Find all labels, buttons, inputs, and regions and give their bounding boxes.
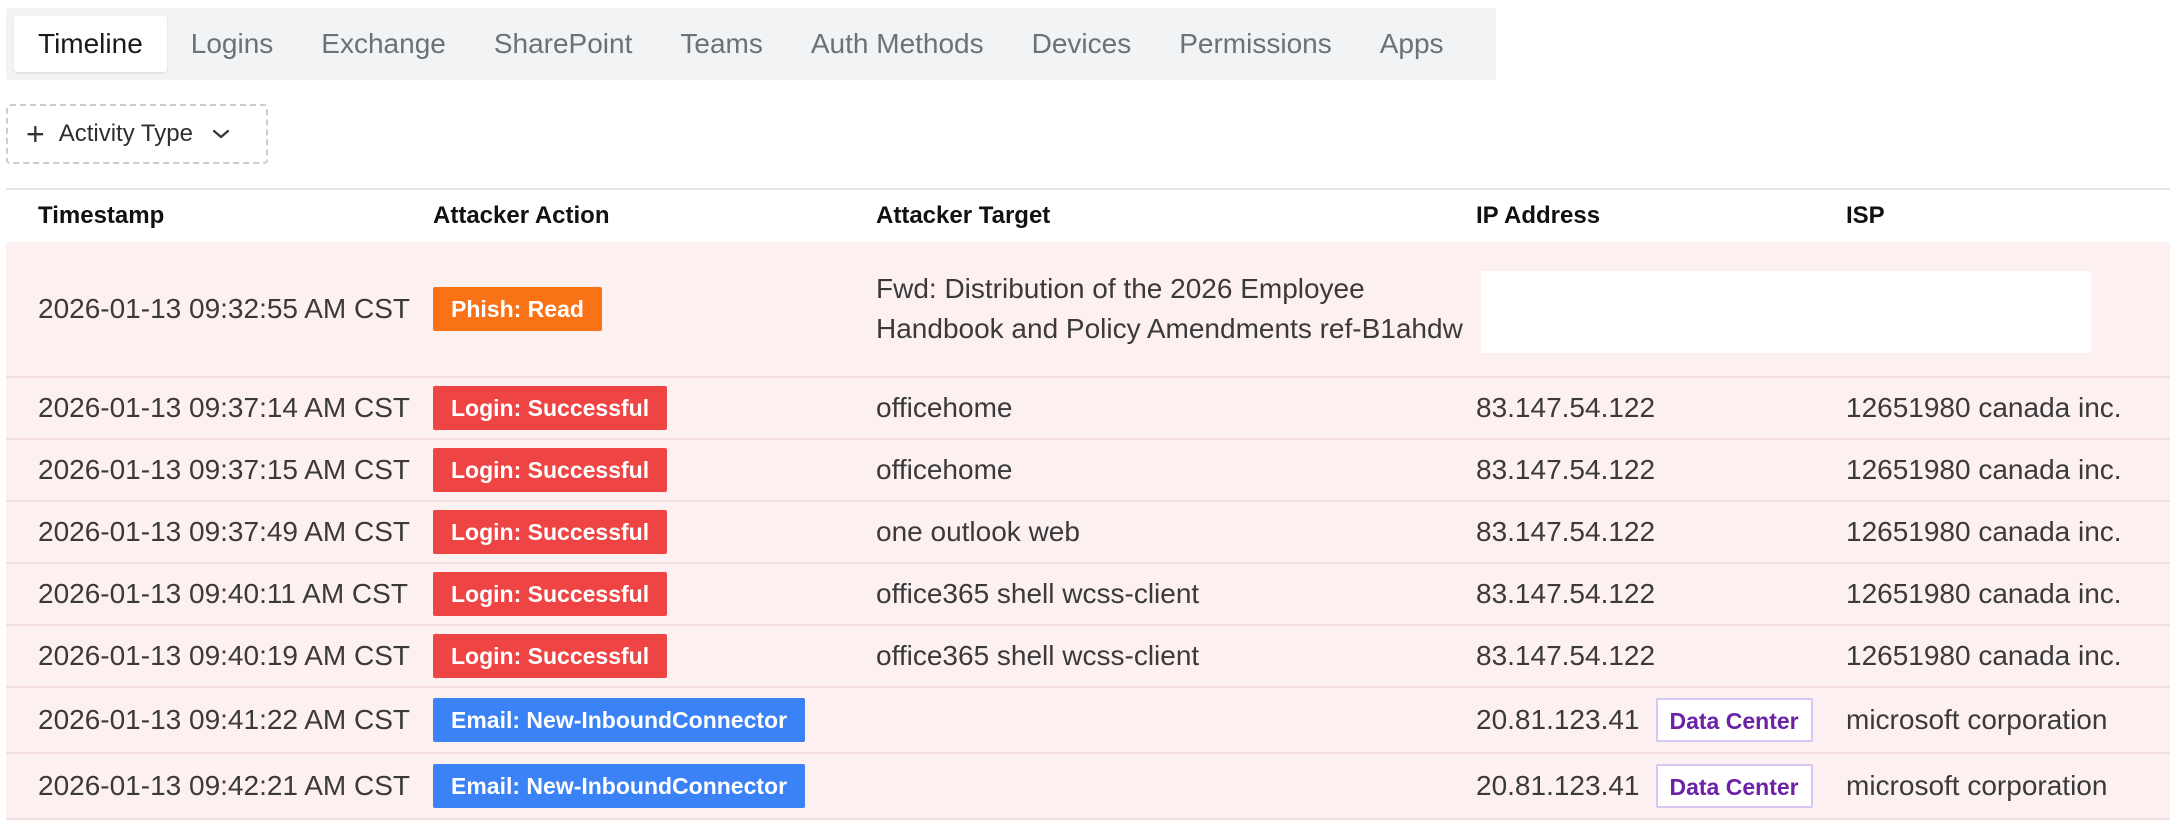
header-isp[interactable]: ISP — [1846, 202, 2146, 230]
data-center-badge: Data Center — [1655, 698, 1813, 742]
target-cell: officehome — [876, 392, 1013, 423]
ip-cell: 20.81.123.41 Data Center — [1476, 698, 1846, 742]
table-row[interactable]: 2026-01-13 09:37:14 AM CST Login: Succes… — [6, 378, 2170, 440]
timestamp-cell: 2026-01-13 09:40:19 AM CST — [38, 640, 411, 671]
action-badge: Email: New-InboundConnector — [433, 698, 806, 742]
ip-cell: 83.147.54.122 — [1476, 516, 1846, 548]
target-cell: Fwd: Distribution of the 2026 Employee H… — [876, 273, 1463, 344]
timestamp-cell: 2026-01-13 09:41:22 AM CST — [38, 704, 411, 735]
header-attacker-target[interactable]: Attacker Target — [876, 202, 1476, 230]
timestamp-cell: 2026-01-13 09:37:15 AM CST — [38, 454, 411, 485]
redacted-area — [1481, 271, 2091, 353]
target-cell: officehome — [876, 454, 1013, 485]
ip-address: 83.147.54.122 — [1476, 454, 1656, 485]
header-ip-address[interactable]: IP Address — [1476, 202, 1846, 230]
tab-permissions[interactable]: Permissions — [1155, 16, 1355, 72]
action-badge: Email: New-InboundConnector — [433, 764, 806, 808]
ip-address: 83.147.54.122 — [1476, 578, 1656, 609]
isp-cell: microsoft corporation — [1846, 704, 2108, 735]
tab-logins[interactable]: Logins — [167, 16, 298, 72]
timestamp-cell: 2026-01-13 09:40:11 AM CST — [38, 578, 408, 609]
action-cell: Login: Successful — [433, 386, 876, 430]
tab-bar: Timeline Logins Exchange SharePoint Team… — [6, 8, 1496, 80]
action-cell: Login: Successful — [433, 634, 876, 678]
tab-apps[interactable]: Apps — [1356, 16, 1468, 72]
ip-cell: 83.147.54.122 — [1476, 640, 1846, 672]
table-row[interactable]: 2026-01-13 09:40:19 AM CST Login: Succes… — [6, 626, 2170, 688]
action-badge: Login: Successful — [433, 510, 668, 554]
filter-label: Activity Type — [58, 120, 193, 147]
ip-cell: 20.81.123.41 Data Center — [1476, 764, 1846, 808]
tab-auth-methods[interactable]: Auth Methods — [787, 16, 1008, 72]
isp-cell: 12651980 canada inc. — [1846, 578, 2122, 609]
isp-cell: 12651980 canada inc. — [1846, 454, 2122, 485]
ip-cell: 83.147.54.122 — [1476, 454, 1846, 486]
target-cell: office365 shell wcss-client — [876, 578, 1200, 609]
isp-cell: 12651980 canada inc. — [1846, 640, 2122, 671]
action-cell: Login: Successful — [433, 572, 876, 616]
target-cell: office365 shell wcss-client — [876, 640, 1200, 671]
action-badge: Login: Successful — [433, 634, 668, 678]
tab-teams[interactable]: Teams — [656, 16, 786, 72]
isp-cell: 12651980 canada inc. — [1846, 516, 2122, 547]
table-row[interactable]: 2026-01-13 09:42:21 AM CST Email: New-In… — [6, 754, 2170, 820]
ip-cell: 83.147.54.122 — [1476, 392, 1846, 424]
timestamp-cell: 2026-01-13 09:32:55 AM CST — [38, 293, 411, 324]
chevron-down-icon — [212, 129, 230, 139]
ip-address: 83.147.54.122 — [1476, 640, 1656, 671]
plus-icon: + — [26, 116, 45, 152]
table-row[interactable]: 2026-01-13 09:37:15 AM CST Login: Succes… — [6, 440, 2170, 502]
table-row[interactable]: 2026-01-13 09:40:11 AM CST Login: Succes… — [6, 564, 2170, 626]
ip-address: 83.147.54.122 — [1476, 392, 1656, 423]
action-badge: Login: Successful — [433, 448, 668, 492]
timestamp-cell: 2026-01-13 09:37:14 AM CST — [38, 392, 411, 423]
action-cell: Login: Successful — [433, 510, 876, 554]
timestamp-cell: 2026-01-13 09:37:49 AM CST — [38, 516, 411, 547]
ip-address: 20.81.123.41 — [1476, 704, 1640, 735]
table-row[interactable]: 2026-01-13 09:41:22 AM CST Email: New-In… — [6, 688, 2170, 754]
action-badge: Login: Successful — [433, 386, 668, 430]
action-cell: Email: New-InboundConnector — [433, 698, 876, 742]
table-header: Timestamp Attacker Action Attacker Targe… — [6, 188, 2170, 242]
activity-type-filter-button[interactable]: + Activity Type — [6, 104, 268, 164]
data-center-badge: Data Center — [1655, 764, 1813, 808]
action-badge: Login: Successful — [433, 572, 668, 616]
tab-timeline[interactable]: Timeline — [14, 16, 167, 72]
target-cell: one outlook web — [876, 516, 1080, 547]
table-row[interactable]: 2026-01-13 09:37:49 AM CST Login: Succes… — [6, 502, 2170, 564]
header-timestamp[interactable]: Timestamp — [38, 202, 465, 230]
isp-cell: 12651980 canada inc. — [1846, 392, 2122, 423]
tab-exchange[interactable]: Exchange — [297, 16, 470, 72]
ip-address: 20.81.123.41 — [1476, 770, 1640, 801]
action-cell: Email: New-InboundConnector — [433, 764, 876, 808]
tab-devices[interactable]: Devices — [1008, 16, 1156, 72]
isp-cell: microsoft corporation — [1846, 770, 2108, 801]
tab-sharepoint[interactable]: SharePoint — [470, 16, 657, 72]
action-cell: Phish: Read — [433, 287, 876, 331]
header-attacker-action[interactable]: Attacker Action — [433, 202, 876, 230]
ip-address: 83.147.54.122 — [1476, 516, 1656, 547]
ip-cell: 83.147.54.122 — [1476, 578, 1846, 610]
action-cell: Login: Successful — [433, 448, 876, 492]
timestamp-cell: 2026-01-13 09:42:21 AM CST — [38, 770, 411, 801]
